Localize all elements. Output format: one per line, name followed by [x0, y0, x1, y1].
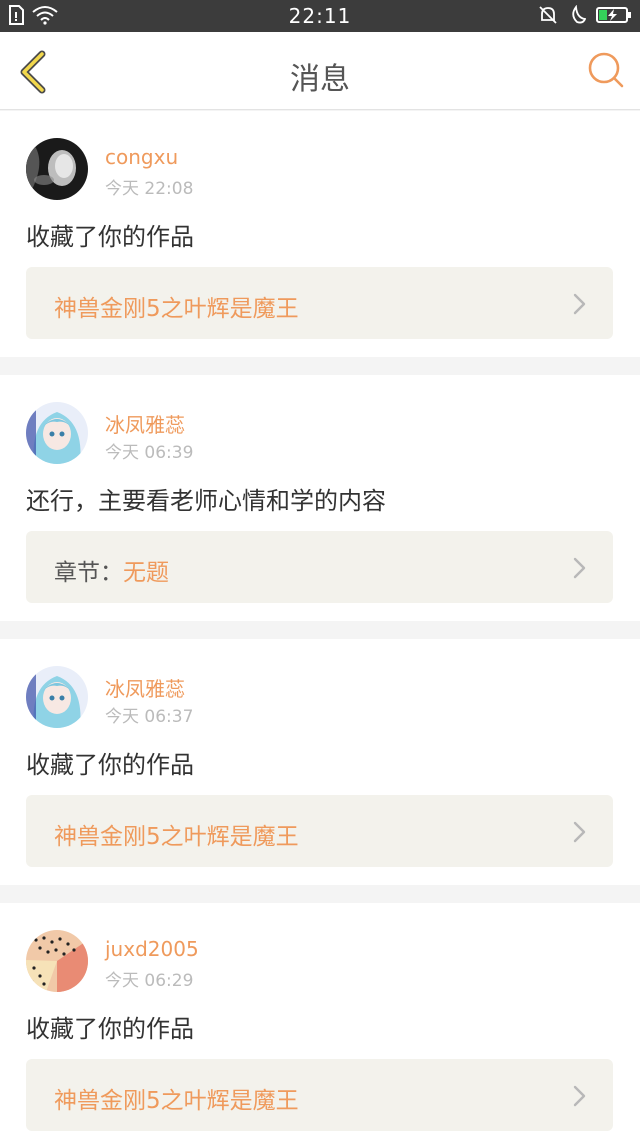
- chevron-right-icon: [573, 821, 586, 843]
- chapter-title: 无题: [123, 560, 169, 586]
- chevron-right-icon: [573, 557, 586, 579]
- work-title: 神兽金刚5之叶辉是魔王: [54, 824, 299, 850]
- username[interactable]: 冰凤雅蕊: [105, 409, 185, 438]
- message-time: 今天 06:29: [105, 971, 194, 991]
- message-time: 今天 06:37: [105, 707, 194, 727]
- chapter-reference-text: 章节：无题: [54, 553, 169, 587]
- message-time: 今天 22:08: [105, 179, 194, 199]
- status-right-icons: [538, 5, 632, 25]
- work-reference-text: 神兽金刚5之叶辉是魔王: [54, 817, 299, 851]
- battery-charging-icon: [596, 7, 631, 23]
- avatar[interactable]: [26, 666, 88, 728]
- work-reference-link[interactable]: 神兽金刚5之叶辉是魔王: [26, 267, 613, 339]
- work-reference-link[interactable]: 神兽金刚5之叶辉是魔王: [26, 795, 613, 867]
- message-card: 冰凤雅蕊 今天 06:39 还行，主要看老师心情和学的内容 章节：无题: [0, 375, 640, 621]
- chevron-right-icon: [573, 1085, 586, 1107]
- work-reference-link[interactable]: 神兽金刚5之叶辉是魔王: [26, 1059, 613, 1131]
- message-text: 收藏了你的作品: [26, 751, 194, 779]
- header-bar: 消息: [0, 32, 640, 110]
- username[interactable]: juxd2005: [105, 937, 199, 961]
- moon-icon: [572, 5, 586, 24]
- work-reference-text: 神兽金刚5之叶辉是魔王: [54, 1081, 299, 1115]
- avatar[interactable]: [26, 138, 88, 200]
- message-text: 收藏了你的作品: [26, 223, 194, 251]
- page-title: 消息: [290, 62, 350, 97]
- username[interactable]: congxu: [105, 145, 178, 169]
- message-card: juxd2005 今天 06:29 收藏了你的作品 神兽金刚5之叶辉是魔王: [0, 903, 640, 1138]
- search-icon[interactable]: [586, 50, 626, 90]
- reference-prefix: 章节：: [54, 560, 123, 586]
- message-text: 收藏了你的作品: [26, 1015, 194, 1043]
- chevron-right-icon: [573, 293, 586, 315]
- avatar[interactable]: [26, 930, 88, 992]
- message-text: 还行，主要看老师心情和学的内容: [26, 487, 386, 515]
- message-card: congxu 今天 22:08 收藏了你的作品 神兽金刚5之叶辉是魔王: [0, 111, 640, 357]
- avatar[interactable]: [26, 402, 88, 464]
- message-time: 今天 06:39: [105, 443, 194, 463]
- username[interactable]: 冰凤雅蕊: [105, 673, 185, 702]
- work-title: 神兽金刚5之叶辉是魔王: [54, 296, 299, 322]
- work-title: 神兽金刚5之叶辉是魔王: [54, 1088, 299, 1114]
- work-reference-text: 神兽金刚5之叶辉是魔王: [54, 289, 299, 323]
- chapter-reference-link[interactable]: 章节：无题: [26, 531, 613, 603]
- silent-bell-icon: [539, 6, 557, 24]
- status-bar: 22:11: [0, 0, 640, 32]
- message-card: 冰凤雅蕊 今天 06:37 收藏了你的作品 神兽金刚5之叶辉是魔王: [0, 639, 640, 885]
